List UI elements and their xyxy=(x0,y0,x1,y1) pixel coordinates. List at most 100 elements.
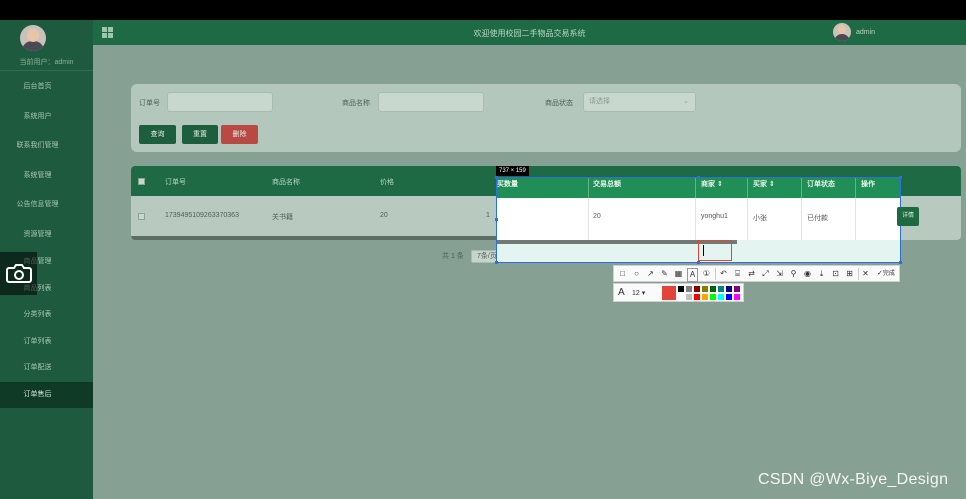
search-form: 订单号 商品名称 商品状态 请选择 ⌄ 查询 重置 删除 xyxy=(131,84,961,152)
header-avatar[interactable] xyxy=(833,23,851,41)
ellipse-icon[interactable]: ○ xyxy=(631,268,642,280)
order-no-input[interactable] xyxy=(167,92,273,112)
sidebar-item[interactable]: 后台首页 xyxy=(0,72,93,102)
close-icon[interactable]: ✕ xyxy=(860,268,871,280)
sidebar-item[interactable]: 联系我们管理 xyxy=(0,131,93,161)
current-color-swatch[interactable] xyxy=(662,286,676,300)
screenshot-toolbar: □ ○ ↗ ✎ ▦ A ① ↶ ⌸ ⇄ ⤢ ⇲ ⚲ ◉ ⤓ ⊡ ⊞ ✕ ✓完成 xyxy=(613,265,900,282)
row-total: 20 xyxy=(593,213,601,220)
top-header: 欢迎使用校园二手物品交易系统 admin xyxy=(93,20,966,45)
scroll-capture-icon[interactable]: ⤢ xyxy=(760,268,771,280)
order-no-label: 订单号 xyxy=(139,100,160,107)
sidebar-item[interactable]: 订单配送 xyxy=(0,355,93,382)
row-buyer: 小张 xyxy=(753,215,767,222)
selection-handle-bottom[interactable] xyxy=(697,261,700,264)
sidebar-item[interactable]: 资源管理 xyxy=(0,220,93,250)
ocr-icon[interactable]: ⌸ xyxy=(732,268,743,280)
header-seller: 商家 ⇕ xyxy=(701,181,723,188)
pin-icon[interactable]: ⚲ xyxy=(788,268,799,280)
delete-button[interactable]: 删除 xyxy=(221,125,258,144)
done-button[interactable]: ✓完成 xyxy=(872,268,900,280)
color-swatch[interactable] xyxy=(718,294,724,300)
chevron-down-icon: ⌄ xyxy=(683,98,689,105)
undo-icon[interactable]: ↶ xyxy=(718,268,729,280)
favorite-icon[interactable]: ⊞ xyxy=(844,268,855,280)
selection-table-header: 买数量 交易总额 商家 ⇕ 买家 ⇕ 订单状态 操作 xyxy=(497,178,900,198)
query-button[interactable]: 查询 xyxy=(139,125,176,144)
text-annotation-box[interactable] xyxy=(698,240,732,261)
text-icon[interactable]: A xyxy=(687,268,698,282)
mosaic-icon[interactable]: ▦ xyxy=(673,268,684,280)
header-username[interactable]: admin xyxy=(856,29,875,36)
sidebar-item[interactable]: 公告信息管理 xyxy=(0,190,93,220)
number-icon[interactable]: ① xyxy=(701,268,712,280)
color-swatch[interactable] xyxy=(702,286,708,292)
sidebar-item[interactable]: 系统管理 xyxy=(0,161,93,191)
selection-handle-tr[interactable] xyxy=(899,176,902,179)
color-swatch[interactable] xyxy=(710,286,716,292)
product-status-select[interactable]: 请选择 ⌄ xyxy=(583,92,696,112)
font-size-select[interactable]: 12 ▾ xyxy=(632,289,645,297)
product-name-label: 商品名称 xyxy=(342,100,370,107)
selection-dimensions: 737 × 159 xyxy=(496,166,529,176)
download-icon[interactable]: ⤓ xyxy=(816,268,827,280)
product-status-placeholder: 请选择 xyxy=(589,98,610,105)
color-swatch[interactable] xyxy=(702,294,708,300)
row-product-name: 关书籍 xyxy=(272,214,293,221)
text-style-toolbar: A 12 ▾ xyxy=(613,283,744,302)
save-icon[interactable]: ⊡ xyxy=(830,268,841,280)
row-order-no: 1739495109263370363 xyxy=(165,212,239,219)
color-swatch[interactable] xyxy=(678,286,684,292)
current-user-label: 当前用户：admin xyxy=(0,57,93,71)
color-swatch[interactable] xyxy=(734,286,740,292)
user-avatar[interactable] xyxy=(20,25,46,51)
color-swatch[interactable] xyxy=(686,286,692,292)
product-name-input[interactable] xyxy=(378,92,484,112)
header-actions: 操作 xyxy=(861,181,875,188)
selection-handle-left[interactable] xyxy=(495,218,498,221)
selection-handle-br[interactable] xyxy=(899,261,902,264)
top-black-bar xyxy=(0,0,966,20)
font-icon: A xyxy=(618,287,625,298)
color-swatch[interactable] xyxy=(726,294,732,300)
record-icon[interactable]: ◉ xyxy=(802,268,813,280)
sidebar-item[interactable]: 分类列表 xyxy=(0,302,93,329)
header-order-status: 订单状态 xyxy=(807,181,835,188)
header-order-no: 订单号 xyxy=(165,179,186,186)
color-swatch[interactable] xyxy=(734,294,740,300)
select-all-checkbox[interactable] xyxy=(138,178,145,185)
selection-table-row: 20 yonghu1 小张 已付款 xyxy=(497,198,900,240)
row-price: 20 xyxy=(380,212,388,219)
color-swatch[interactable] xyxy=(718,286,724,292)
page-size-value: 7条/页 xyxy=(477,253,497,260)
color-swatch[interactable] xyxy=(694,294,700,300)
sidebar-item[interactable]: 系统用户 xyxy=(0,102,93,132)
header-price: 价格 xyxy=(380,179,394,186)
color-swatch[interactable] xyxy=(710,294,716,300)
product-status-label: 商品状态 xyxy=(545,100,573,107)
pen-icon[interactable]: ✎ xyxy=(659,268,670,280)
watermark: CSDN @Wx-Biye_Design xyxy=(758,471,949,488)
selection-handle-tl[interactable] xyxy=(495,176,498,179)
row-checkbox[interactable] xyxy=(138,213,145,220)
header-total: 交易总额 xyxy=(593,181,621,188)
color-swatch[interactable] xyxy=(726,286,732,292)
color-swatch[interactable] xyxy=(678,294,684,300)
sidebar-item[interactable]: 订单列表 xyxy=(0,329,93,356)
done-label: 完成 xyxy=(882,271,895,277)
translate-icon[interactable]: ⇄ xyxy=(746,268,757,280)
detail-button[interactable]: 详情 xyxy=(897,207,919,226)
color-swatch[interactable] xyxy=(694,286,700,292)
rectangle-icon[interactable]: □ xyxy=(617,268,628,280)
reset-button[interactable]: 重置 xyxy=(182,125,218,144)
sidebar-item[interactable]: 订单售后 xyxy=(0,381,93,408)
long-capture-icon[interactable]: ⇲ xyxy=(774,268,785,280)
color-swatch[interactable] xyxy=(686,294,692,300)
selection-handle-top[interactable] xyxy=(697,176,700,179)
camera-button[interactable] xyxy=(0,252,37,295)
arrow-icon[interactable]: ↗ xyxy=(645,268,656,280)
selection-handle-bl[interactable] xyxy=(495,261,498,264)
camera-icon xyxy=(6,264,32,283)
sidebar-menu: 后台首页 系统用户 联系我们管理 系统管理 公告信息管理 资源管理 商品管理 商品列表 分类列表… xyxy=(0,72,93,408)
header-qty: 买数量 xyxy=(497,181,518,188)
